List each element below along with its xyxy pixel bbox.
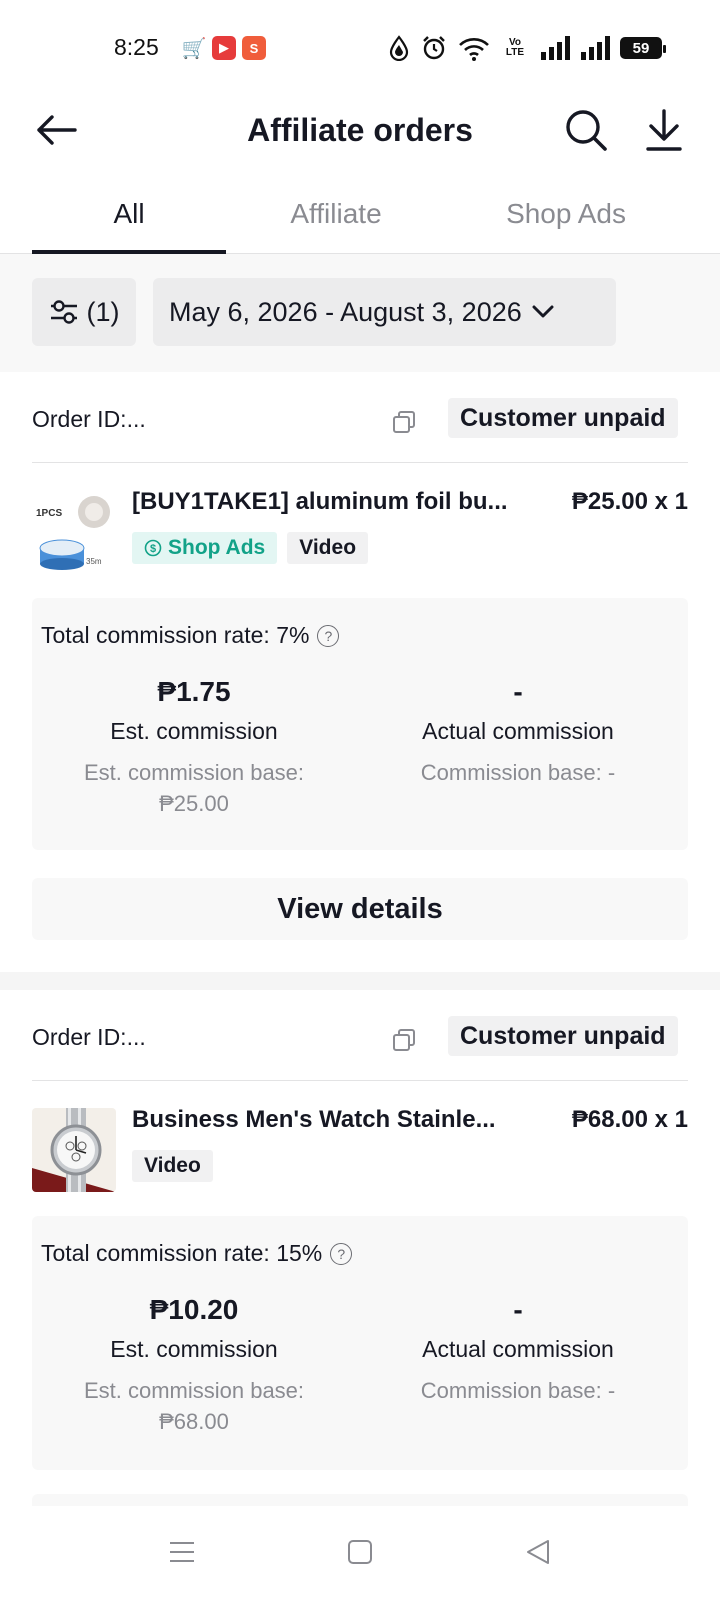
help-icon[interactable]: ? xyxy=(317,624,340,647)
est-commission-base: Est. commission base: ₱25.00 xyxy=(32,757,356,819)
commission-rate: Total commission rate: 15% xyxy=(41,1240,323,1266)
commission-rate-row: Total commission rate: 7% ? xyxy=(41,622,340,649)
divider xyxy=(32,462,688,463)
recent-apps-button[interactable] xyxy=(162,1532,202,1572)
data-saver-icon xyxy=(389,35,409,61)
date-range-text: May 6, 2026 - August 3, 2026 xyxy=(169,296,522,327)
est-commission-column: ₱10.20 Est. commission Est. commission b… xyxy=(32,1292,356,1437)
video-tag: Video xyxy=(287,532,369,564)
est-commission-base-value: ₱68.00 xyxy=(159,1409,229,1434)
svg-text:35m: 35m xyxy=(86,557,102,566)
actual-commission-column: - Actual commission Commission base: - xyxy=(356,674,680,788)
filter-count: (1) xyxy=(86,296,120,327)
product-name[interactable]: [BUY1TAKE1] aluminum foil bu... xyxy=(132,488,532,516)
actual-commission-label: Actual commission xyxy=(422,718,614,744)
order-id: Order ID:... xyxy=(32,406,146,432)
actual-commission-value: - xyxy=(513,676,523,707)
product-thumbnail[interactable] xyxy=(32,1108,116,1192)
est-commission-label: Est. commission xyxy=(110,1336,278,1362)
status-time: 8:25 xyxy=(114,34,159,60)
video-tag: Video xyxy=(132,1150,213,1182)
order-tabs: All Affiliate Shop Ads xyxy=(0,188,720,254)
commission-rate: Total commission rate: 7% xyxy=(41,622,310,648)
est-commission-value: ₱1.75 xyxy=(157,676,231,707)
product-name[interactable]: Business Men's Watch Stainle... xyxy=(132,1106,532,1134)
home-button[interactable] xyxy=(340,1532,380,1572)
help-icon[interactable]: ? xyxy=(330,1242,353,1265)
notification-icons: 🛒 ▶ S xyxy=(182,36,266,60)
est-commission-base-label: Est. commission base: xyxy=(83,1378,305,1403)
chevron-down-icon xyxy=(532,305,554,318)
video-app-notification-icon: ▶ xyxy=(212,36,236,60)
filter-bar: (1) May 6, 2026 - August 3, 2026 xyxy=(0,254,720,372)
shop-app-notification-icon: S xyxy=(242,36,266,60)
system-icons: Vo LTE 59 xyxy=(388,34,666,62)
sliders-icon xyxy=(50,300,77,324)
battery-indicator: 59 xyxy=(620,37,666,59)
card-separator xyxy=(0,972,720,990)
svg-text:$: $ xyxy=(150,543,156,555)
next-card-peek xyxy=(32,1494,688,1506)
status-bar: 8:25 🛒 ▶ S Vo LTE 59 xyxy=(0,0,720,96)
status-badge: Customer unpaid xyxy=(448,398,678,438)
cart-notification-icon: 🛒 xyxy=(181,37,207,60)
tab-all[interactable]: All xyxy=(32,188,226,254)
order-card: Order ID:... Customer unpaid Business Me… xyxy=(0,990,720,1530)
est-commission-label: Est. commission xyxy=(110,718,278,744)
signal-icon-1 xyxy=(541,36,570,60)
product-thumbnail[interactable]: 1PCS 35m xyxy=(32,490,116,574)
commission-summary: Total commission rate: 15% ? ₱10.20 Est.… xyxy=(32,1216,688,1470)
page-title: Affiliate orders xyxy=(247,112,473,148)
order-card: Order ID:... Customer unpaid 1PCS 35m [B… xyxy=(0,372,720,972)
est-commission-column: ₱1.75 Est. commission Est. commission ba… xyxy=(32,674,356,819)
download-icon xyxy=(646,109,682,151)
system-nav-bar xyxy=(0,1506,720,1600)
commission-summary: Total commission rate: 7% ? ₱1.75 Est. c… xyxy=(32,598,688,850)
actual-commission-base: Commission base: - xyxy=(420,1378,616,1403)
date-range-selector[interactable]: May 6, 2026 - August 3, 2026 xyxy=(153,278,616,346)
dollar-circle-icon: $ xyxy=(144,539,162,557)
signal-icon-2 xyxy=(581,36,610,60)
product-tags: $ Shop Ads Video xyxy=(132,532,369,564)
menu-icon xyxy=(170,1542,194,1562)
commission-rate-row: Total commission rate: 15% ? xyxy=(41,1240,353,1267)
est-commission-base-label: Est. commission base: xyxy=(83,760,305,785)
actual-commission-label: Actual commission xyxy=(422,1336,614,1362)
triangle-back-icon xyxy=(527,1540,549,1564)
download-button[interactable] xyxy=(638,104,690,156)
actual-commission-column: - Actual commission Commission base: - xyxy=(356,1292,680,1406)
est-commission-base: Est. commission base: ₱68.00 xyxy=(32,1375,356,1437)
header: Affiliate orders xyxy=(0,96,720,188)
svg-text:1PCS: 1PCS xyxy=(36,508,62,519)
search-icon xyxy=(566,110,607,151)
alarm-icon xyxy=(423,36,445,60)
est-commission-value: ₱10.20 xyxy=(149,1294,239,1325)
wifi-icon xyxy=(459,38,489,61)
status-badge: Customer unpaid xyxy=(448,1016,678,1056)
tab-shop-ads[interactable]: Shop Ads xyxy=(476,188,656,254)
volte-label: Vo LTE xyxy=(505,37,525,58)
actual-commission-value: - xyxy=(513,1294,523,1325)
shop-ads-tag: $ Shop Ads xyxy=(132,532,278,564)
shop-ads-tag-label: Shop Ads xyxy=(168,536,266,559)
copy-icon[interactable] xyxy=(392,410,416,434)
order-id: Order ID:... xyxy=(32,1024,146,1050)
price-quantity: ₱25.00 x 1 xyxy=(571,488,688,515)
view-details-button[interactable]: View details xyxy=(32,878,688,940)
copy-icon[interactable] xyxy=(392,1028,416,1052)
square-icon xyxy=(348,1540,372,1564)
actual-commission-base: Commission base: - xyxy=(420,760,616,785)
divider xyxy=(32,1080,688,1081)
product-tags: Video xyxy=(132,1150,213,1182)
system-back-button[interactable] xyxy=(518,1532,558,1572)
est-commission-base-value: ₱25.00 xyxy=(159,791,229,816)
search-button[interactable] xyxy=(560,104,612,156)
price-quantity: ₱68.00 x 1 xyxy=(571,1106,688,1133)
tab-affiliate[interactable]: Affiliate xyxy=(240,188,432,254)
filter-button[interactable]: (1) xyxy=(32,278,136,346)
